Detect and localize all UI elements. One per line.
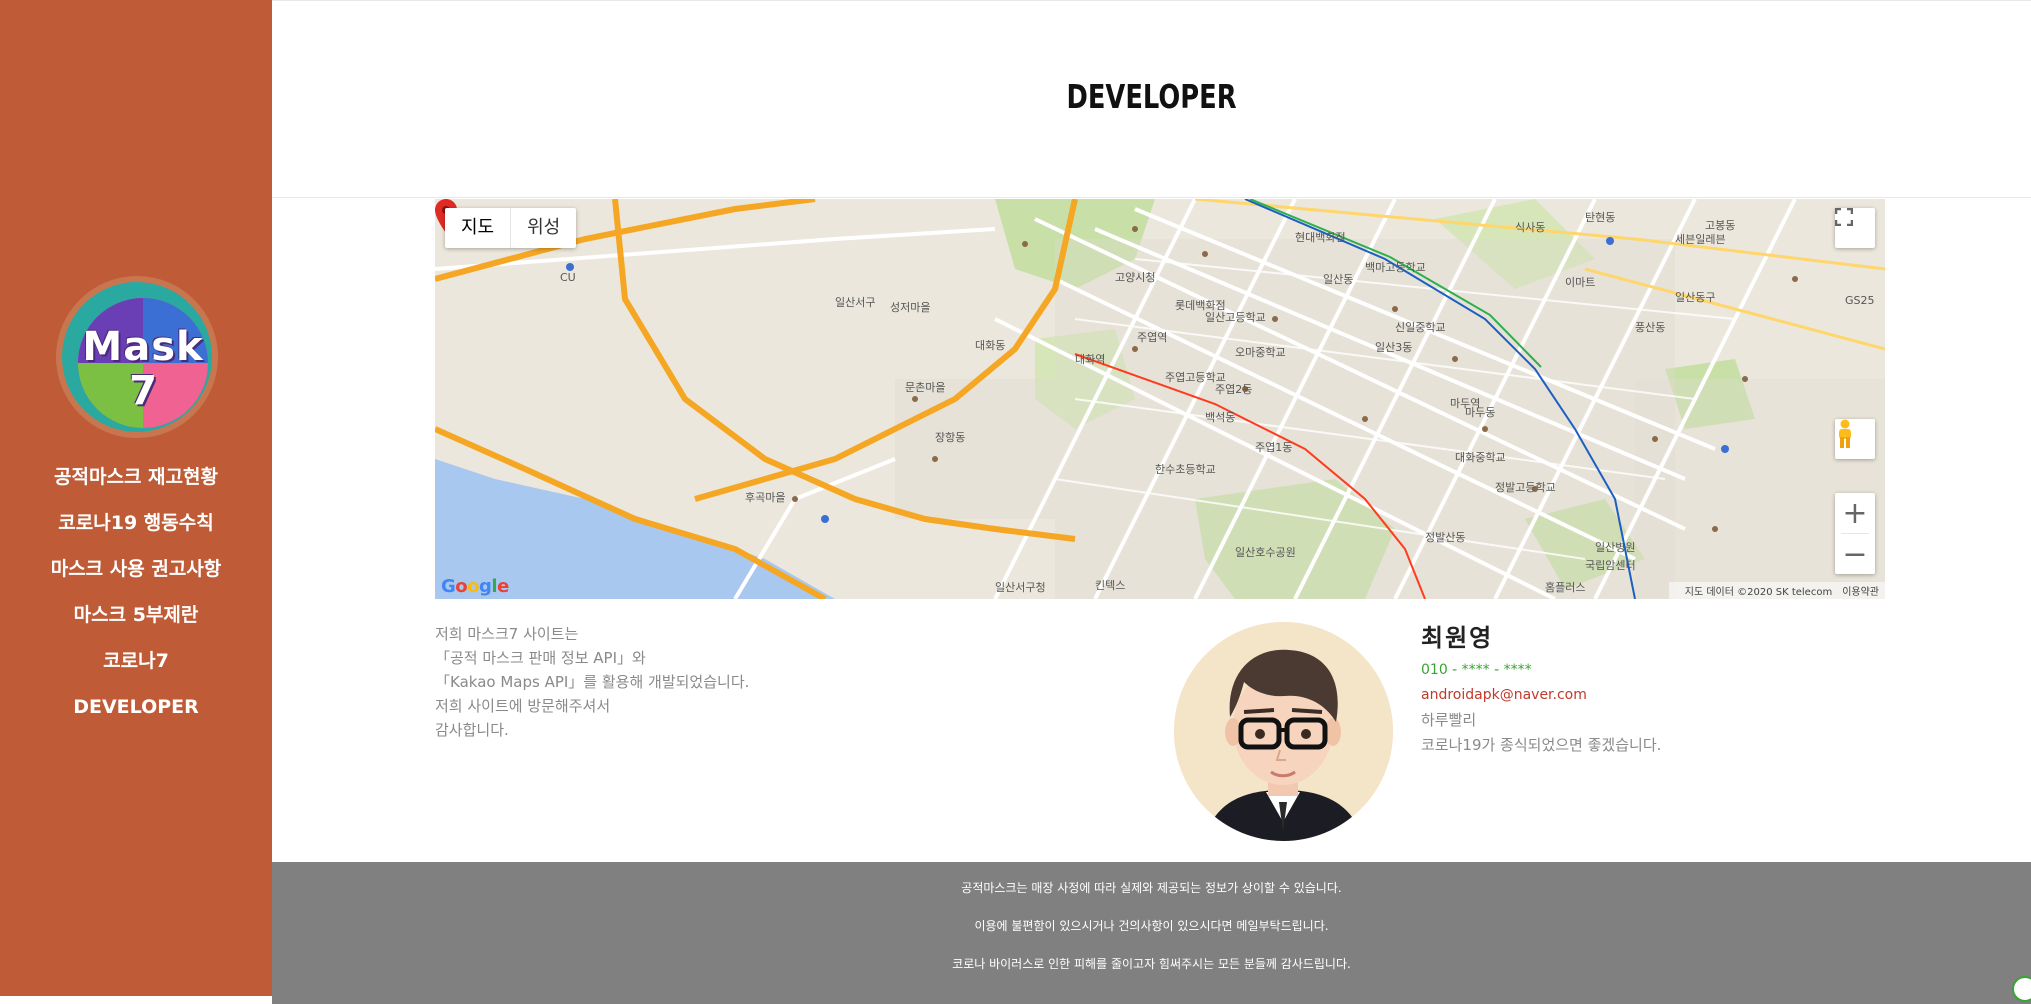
- map-label: 마두역: [1450, 397, 1481, 410]
- zoom-in-button[interactable]: +: [1835, 493, 1875, 533]
- map-attribution: 지도 데이터 ©2020 SK telecom 이용약관: [1668, 582, 1885, 599]
- intro-line: 「공적 마스크 판매 정보 API」와: [435, 649, 646, 667]
- developer-message-line: 하루빨리: [1421, 711, 1477, 729]
- map-label: 주엽역: [1137, 331, 1168, 344]
- map-label: 킨텍스: [1095, 579, 1126, 592]
- developer-email[interactable]: androidapk@naver.com: [1421, 683, 1921, 708]
- map-label: 한수초등학교: [1155, 463, 1216, 476]
- logo-text-mask: Mask: [82, 324, 204, 370]
- map-label: 대화동: [975, 339, 1006, 352]
- footer-notice: 이용에 불편함이 있으시거나 건의사항이 있으시다면 메일부탁드립니다.: [974, 919, 1329, 933]
- logo-inner: Mask 7: [78, 298, 208, 428]
- pegman-icon: [1839, 419, 1851, 448]
- intro-line: 「Kakao Maps API」를 활용해 개발되었습니다.: [435, 673, 750, 691]
- map-label: 풍산동: [1635, 321, 1666, 334]
- logo-ring: Mask 7: [62, 282, 212, 432]
- map-label: 국립암센터: [1585, 559, 1636, 572]
- map-type-map-button[interactable]: 지도: [445, 208, 510, 248]
- developer-avatar: [1174, 622, 1393, 841]
- map-label: GS25: [1845, 294, 1875, 307]
- map-label: 대화중학교: [1455, 451, 1506, 464]
- nav-item-mask-5day-rule[interactable]: 마스크 5부제란: [0, 592, 272, 638]
- map-label: 신일중학교: [1395, 321, 1446, 334]
- map-label: 백마고등학교: [1365, 261, 1426, 274]
- avatar-image: [1174, 622, 1393, 841]
- map-data-credit: 지도 데이터 ©2020 SK telecom: [1684, 587, 1833, 598]
- map-view[interactable]: 일산서구 일산동구 대화동 주엽1동 주엽2동 장항동 마두동 일산동 탄현동 …: [435, 199, 1885, 599]
- map-label: 고양시청: [1115, 271, 1156, 284]
- map-label: 일산서구: [835, 296, 876, 309]
- map-label: 문촌마을: [905, 381, 946, 394]
- map-label: 일산서구청: [995, 581, 1046, 594]
- map-label: 일산3동: [1375, 341, 1413, 354]
- nav-item-mask-recommendations[interactable]: 마스크 사용 권고사항: [0, 546, 272, 592]
- footer-notice: 코로나 바이러스로 인한 피해를 줄이고자 힘써주시는 모든 분들께 감사드립니…: [952, 957, 1351, 971]
- developer-phone: 010 - **** - ****: [1421, 662, 1532, 678]
- map-label: 홈플러스: [1545, 581, 1586, 594]
- map-label: 백석동: [1205, 411, 1236, 424]
- map-label: 탄현동: [1585, 211, 1616, 224]
- developer-profile: 최원영 010 - **** - **** androidapk@naver.c…: [1421, 618, 1921, 758]
- nav-item-mask-stock[interactable]: 공적마스크 재고현황: [0, 454, 272, 500]
- terms-link[interactable]: 이용약관: [1842, 587, 1879, 598]
- fullscreen-button[interactable]: [1835, 208, 1875, 248]
- sidebar-bottom-strip: [0, 996, 272, 1004]
- map-label: 일산동구: [1675, 291, 1716, 304]
- map-label: 식사동: [1515, 221, 1546, 234]
- map-label: 세븐일레븐: [1675, 233, 1726, 246]
- security-badge-icon[interactable]: [2012, 976, 2031, 1002]
- page-footer: 공적마스크는 매장 사정에 따라 실제와 제공되는 정보가 상이할 수 있습니다…: [272, 862, 2031, 1004]
- fullscreen-icon: [1835, 208, 1853, 226]
- intro-line: 저희 마스크7 사이트는: [435, 625, 579, 643]
- map-label: 주엽고등학교: [1165, 371, 1226, 384]
- footer-notice: 공적마스크는 매장 사정에 따라 실제와 제공되는 정보가 상이할 수 있습니다…: [961, 881, 1342, 895]
- developer-name: 최원영: [1421, 624, 1494, 652]
- mask7-logo[interactable]: Mask 7: [56, 276, 218, 438]
- logo-text-number: 7: [129, 368, 157, 414]
- map-label: 주엽1동: [1255, 441, 1293, 454]
- map-label: 후곡마을: [745, 491, 786, 504]
- map-label: 현대백화점: [1295, 231, 1346, 244]
- zoom-out-button[interactable]: −: [1835, 534, 1875, 574]
- zoom-control: + −: [1835, 493, 1875, 574]
- map-label: 일산호수공원: [1235, 546, 1296, 559]
- map-label: 오마중학교: [1235, 346, 1286, 359]
- street-view-button[interactable]: [1835, 419, 1875, 459]
- map-label: 정발고등학교: [1495, 481, 1556, 494]
- map-label: 정발산동: [1425, 531, 1466, 544]
- map-label: 일산동: [1323, 273, 1354, 286]
- sidebar: Mask 7 공적마스크 재고현황 코로나19 행동수칙 마스크 사용 권고사항…: [0, 0, 272, 996]
- map-label: 대화역: [1075, 353, 1106, 366]
- developer-message-line: 코로나19가 종식되었으면 좋겠습니다.: [1421, 736, 1662, 754]
- map-label: 이마트: [1565, 276, 1596, 289]
- nav-item-developer[interactable]: DEVELOPER: [0, 684, 272, 730]
- map-label: 일산병원: [1595, 541, 1636, 554]
- google-logo[interactable]: Google: [441, 576, 509, 597]
- map-label: 성저마을: [890, 301, 931, 314]
- site-intro: 저희 마스크7 사이트는 「공적 마스크 판매 정보 API」와 「Kakao …: [435, 622, 995, 742]
- map-label: 장항동: [935, 431, 966, 444]
- intro-line: 저희 사이트에 방문해주셔서: [435, 697, 611, 715]
- nav-item-corona7[interactable]: 코로나7: [0, 638, 272, 684]
- nav-item-covid-guidelines[interactable]: 코로나19 행동수칙: [0, 500, 272, 546]
- page-title: DEVELOPER: [1066, 77, 1237, 116]
- map-type-satellite-button[interactable]: 위성: [511, 208, 576, 248]
- page-header: DEVELOPER: [272, 0, 2031, 198]
- map-label: 일산고등학교: [1205, 311, 1266, 324]
- map-label: CU: [560, 271, 576, 284]
- map-canvas: [435, 199, 1885, 599]
- map-type-toggle: 지도 위성: [445, 208, 577, 248]
- sidebar-nav: 공적마스크 재고현황 코로나19 행동수칙 마스크 사용 권고사항 마스크 5부…: [0, 454, 272, 730]
- intro-line: 감사합니다.: [435, 721, 509, 739]
